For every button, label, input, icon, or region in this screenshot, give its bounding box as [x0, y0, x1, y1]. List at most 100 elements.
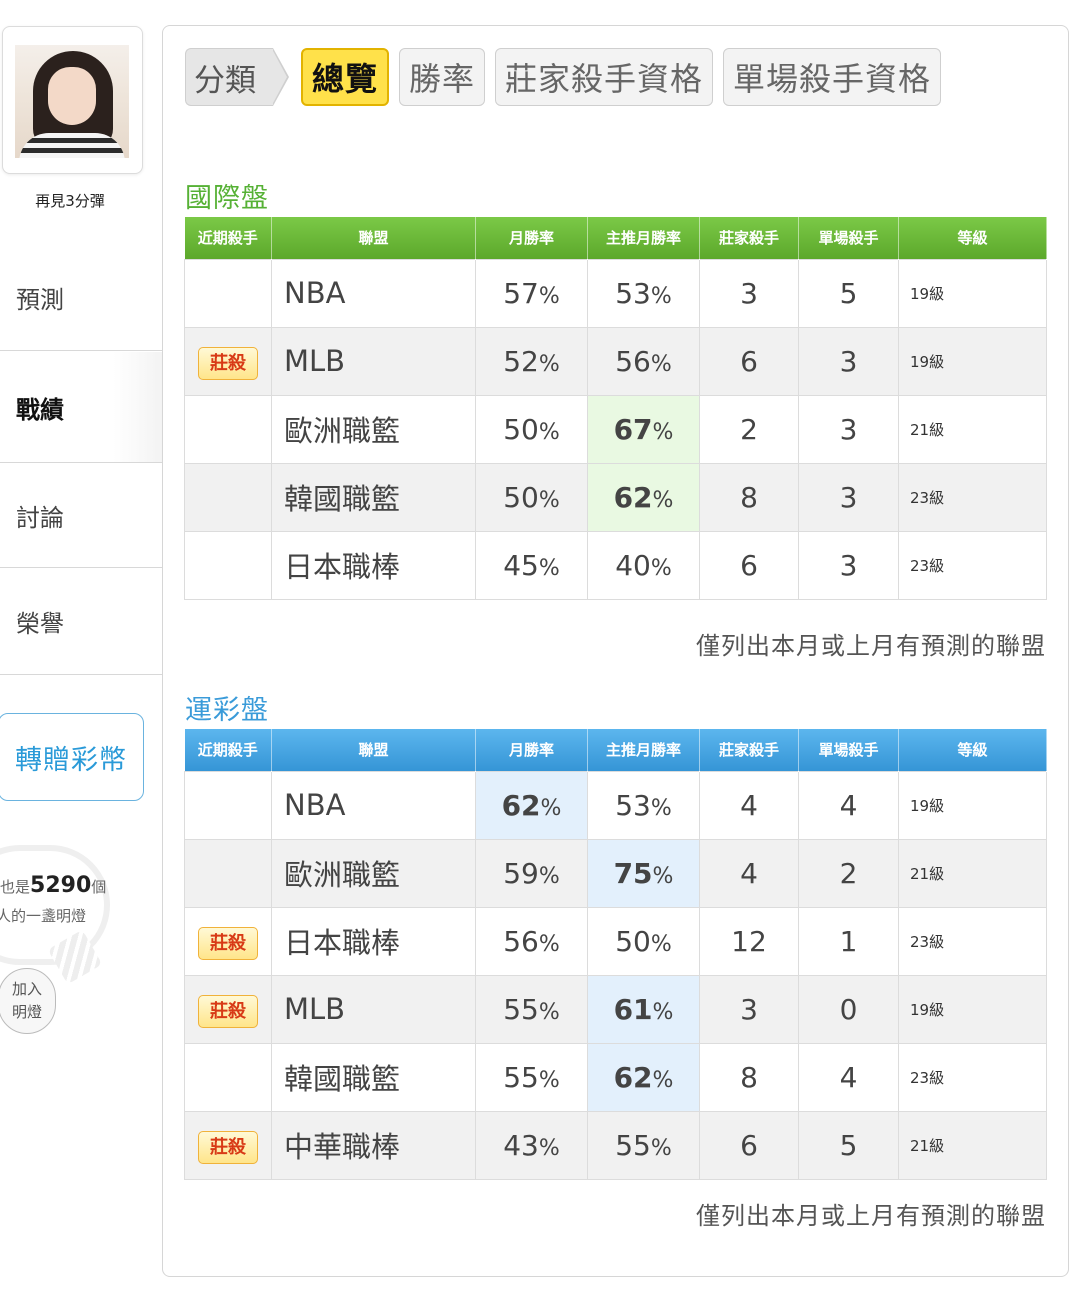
table-row[interactable]: 莊殺 中華職棒 43% 55% 6 5 21級	[184, 1110, 1047, 1180]
percent-sign: %	[538, 351, 560, 377]
table-row[interactable]: 莊殺 MLB 52% 56% 6 3 19級	[184, 326, 1047, 396]
nav-item-predict[interactable]: 預測	[0, 245, 162, 351]
rate-value: 55	[503, 1060, 539, 1094]
table-row[interactable]: 莊殺 日本職棒 56% 50% 12 1 23級	[184, 906, 1047, 976]
rate-cell: 50%	[587, 906, 700, 976]
level-cell: 21級	[898, 1110, 1047, 1180]
tab-overview[interactable]: 總覽	[301, 48, 390, 106]
level-cell: 19級	[898, 258, 1047, 328]
percent-sign: %	[650, 795, 672, 821]
rate-cell: 56%	[475, 906, 588, 976]
level-cell: 23級	[898, 462, 1047, 532]
league-cell[interactable]: MLB	[271, 974, 476, 1044]
percent-sign: %	[540, 795, 562, 821]
percent-sign: %	[538, 1135, 560, 1161]
rate-cell: 50%	[475, 462, 588, 532]
recent-killer-cell: 莊殺	[184, 906, 272, 976]
single-killer-count: 3	[798, 462, 899, 532]
column-header: 月勝率	[475, 217, 588, 259]
rate-value: 53	[615, 276, 651, 310]
avatar[interactable]	[15, 45, 129, 158]
level-cell: 21級	[898, 838, 1047, 908]
column-header: 聯盟	[271, 217, 476, 259]
level-cell: 23級	[898, 530, 1047, 600]
percent-sign: %	[650, 555, 672, 581]
rate-cell: 53%	[587, 258, 700, 328]
percent-sign: %	[650, 1135, 672, 1161]
league-cell[interactable]: NBA	[271, 770, 476, 840]
rate-value: 52	[503, 344, 539, 378]
league-cell[interactable]: 中華職棒	[271, 1110, 476, 1180]
rate-value: 55	[615, 1128, 651, 1162]
league-cell[interactable]: NBA	[271, 258, 476, 328]
join-lamp-button[interactable]: 加入 明燈	[0, 968, 56, 1034]
nav-item-discuss[interactable]: 討論	[0, 462, 162, 568]
banker-killer-count: 3	[699, 258, 799, 328]
column-header: 等級	[898, 217, 1047, 259]
percent-sign: %	[538, 863, 560, 889]
table-row[interactable]: NBA 57% 53% 3 5 19級	[184, 258, 1047, 328]
rate-cell: 56%	[587, 326, 700, 396]
tab-banker-killer[interactable]: 莊家殺手資格	[495, 48, 714, 106]
rate-value: 62	[501, 788, 541, 822]
rate-value: 62	[613, 1060, 653, 1094]
rate-value: 45	[503, 548, 539, 582]
league-cell[interactable]: 韓國職籃	[271, 462, 476, 532]
rate-value: 40	[615, 548, 651, 582]
rate-value: 55	[503, 992, 539, 1026]
rate-cell: 40%	[587, 530, 700, 600]
table-row[interactable]: NBA 62% 53% 4 4 19級	[184, 770, 1047, 840]
level-cell: 23級	[898, 1042, 1047, 1112]
rate-value: 59	[503, 856, 539, 890]
avatar-frame[interactable]	[2, 26, 143, 174]
tab-win-rate[interactable]: 勝率	[399, 48, 486, 106]
sports-lottery-title: 運彩盤	[185, 695, 269, 726]
rate-value: 50	[503, 480, 539, 514]
league-cell[interactable]: 韓國職籃	[271, 1042, 476, 1112]
single-killer-count: 0	[798, 974, 899, 1044]
rate-cell: 55%	[475, 974, 588, 1044]
league-cell[interactable]: 歐洲職籃	[271, 394, 476, 464]
nav-item-honor[interactable]: 榮譽	[0, 569, 162, 675]
rate-value: 53	[615, 788, 651, 822]
single-killer-count: 2	[798, 838, 899, 908]
single-killer-count: 5	[798, 258, 899, 328]
league-cell[interactable]: 歐洲職籃	[271, 838, 476, 908]
column-header: 聯盟	[271, 729, 476, 771]
league-cell[interactable]: 日本職棒	[271, 906, 476, 976]
recent-killer-cell	[184, 394, 272, 464]
percent-sign: %	[652, 1067, 674, 1093]
table-row[interactable]: 韓國職籃 50% 62% 8 3 23級	[184, 462, 1047, 532]
recent-killer-cell: 莊殺	[184, 326, 272, 396]
table-row[interactable]: 莊殺 MLB 55% 61% 3 0 19級	[184, 974, 1047, 1044]
column-header: 莊家殺手	[699, 729, 799, 771]
recent-killer-cell	[184, 258, 272, 328]
level-cell: 21級	[898, 394, 1047, 464]
table-row[interactable]: 歐洲職籃 50% 67% 2 3 21級	[184, 394, 1047, 464]
column-header: 主推月勝率	[587, 729, 700, 771]
tab-single-killer[interactable]: 單場殺手資格	[723, 48, 942, 106]
league-cell[interactable]: MLB	[271, 326, 476, 396]
rate-cell: 62%	[475, 770, 588, 840]
lamp-count-text: 也是5290個	[0, 873, 107, 898]
nav-item-record[interactable]: 戰績	[0, 352, 162, 462]
table-row[interactable]: 韓國職籃 55% 62% 8 4 23級	[184, 1042, 1047, 1112]
table-row[interactable]: 日本職棒 45% 40% 6 3 23級	[184, 530, 1047, 600]
rate-cell: 55%	[587, 1110, 700, 1180]
gift-coins-button[interactable]: 轉贈彩幣	[0, 713, 144, 801]
banker-killer-count: 6	[699, 326, 799, 396]
recent-killer-cell	[184, 530, 272, 600]
league-cell[interactable]: 日本職棒	[271, 530, 476, 600]
banker-killer-count: 4	[699, 838, 799, 908]
lamp-subtext: 人的一盞明燈	[0, 907, 87, 925]
sports-lottery-table: 近期殺手 聯盟 月勝率 主推月勝率 莊家殺手 單場殺手 等級 NBA 62% 53% 4 4 19級歐…	[184, 729, 1047, 1180]
rate-value: 75	[613, 856, 653, 890]
recent-killer-cell: 莊殺	[184, 974, 272, 1044]
percent-sign: %	[652, 487, 674, 513]
table-row[interactable]: 歐洲職籃 59% 75% 4 2 21級	[184, 838, 1047, 908]
rate-cell: 57%	[475, 258, 588, 328]
recent-killer-cell: 莊殺	[184, 1110, 272, 1180]
recent-killer-cell	[184, 770, 272, 840]
column-header: 單場殺手	[798, 217, 899, 259]
banker-killer-count: 12	[699, 906, 799, 976]
